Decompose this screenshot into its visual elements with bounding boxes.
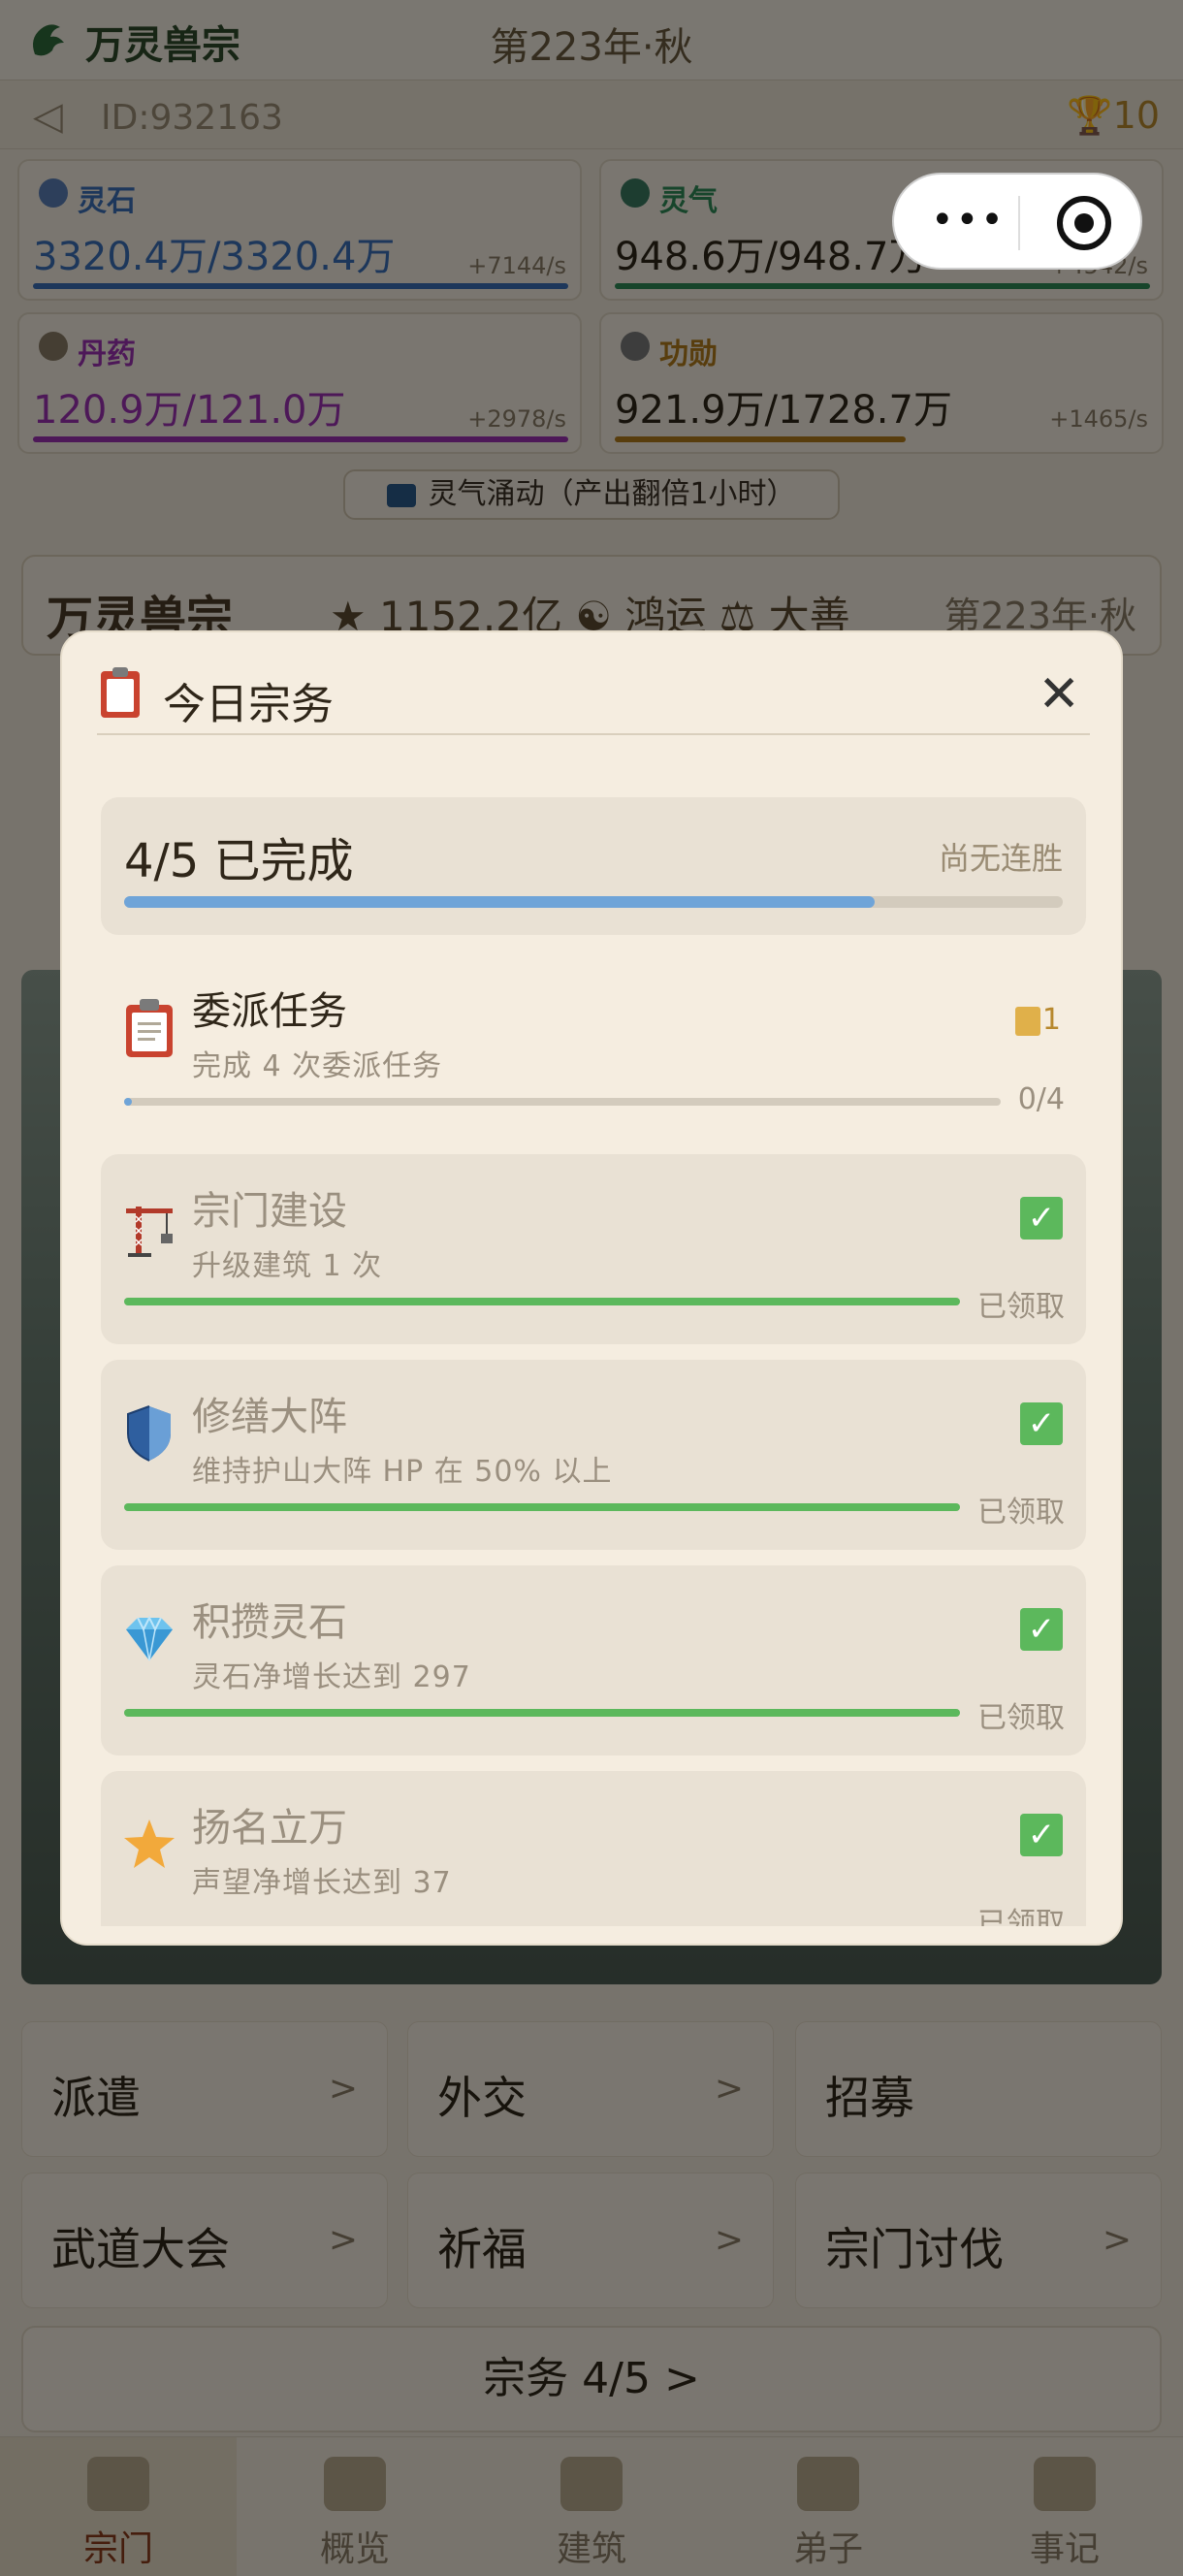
- more-menu-icon[interactable]: •••: [931, 198, 1006, 242]
- overall-progress-track: [124, 896, 1063, 908]
- capsule-divider: [1018, 196, 1020, 250]
- close-miniprogram-icon[interactable]: [1057, 196, 1111, 250]
- diamond-icon: [126, 1615, 173, 1661]
- miniprogram-capsule: •••: [892, 173, 1142, 270]
- close-icon[interactable]: ✕: [1038, 665, 1080, 724]
- task-title: 修缮大阵: [192, 1395, 347, 1439]
- checkbox-checked-icon: ✓: [1020, 1814, 1063, 1856]
- task-dispatch-missions[interactable]: 委派任务 完成 4 次委派任务 1 0/4: [101, 954, 1086, 1144]
- checkbox-checked-icon: ✓: [1020, 1608, 1063, 1651]
- task-status: 0/4: [1017, 1082, 1065, 1116]
- daily-tasks-modal: 今日宗务 ✕ 4/5 已完成 尚无连胜 委派任务 完成 4 次委派任务 1 0/…: [60, 630, 1123, 1946]
- reward-count: 1: [1041, 1003, 1061, 1037]
- checkbox-checked-icon: ✓: [1020, 1402, 1063, 1445]
- task-status: 已领取: [977, 1496, 1065, 1530]
- task-status: 已领取: [977, 1701, 1065, 1735]
- clipboard-icon: [101, 667, 140, 718]
- overall-progress-card: 4/5 已完成 尚无连胜: [101, 797, 1086, 935]
- checkbox-checked-icon: ✓: [1020, 1197, 1063, 1240]
- task-progress-fill: [124, 1503, 960, 1511]
- clipboard-icon: [126, 999, 173, 1057]
- task-description: 维持护山大阵 HP 在 50% 以上: [192, 1455, 613, 1489]
- task-title: 宗门建设: [192, 1189, 347, 1234]
- task-sect-construction[interactable]: 宗门建设 升级建筑 1 次 ✓ 已领取: [101, 1154, 1086, 1344]
- task-progress-track: [124, 1709, 960, 1717]
- task-description: 灵石净增长达到 297: [192, 1660, 471, 1694]
- task-description: 完成 4 次委派任务: [192, 1049, 443, 1083]
- task-progress-track: [124, 1298, 960, 1305]
- task-progress-fill: [124, 1298, 960, 1305]
- scroll-icon: [1014, 1006, 1040, 1036]
- task-status: 已领取: [977, 1907, 1065, 1926]
- task-status: 已领取: [977, 1290, 1065, 1324]
- task-accumulate-spirit-stones[interactable]: 积攒灵石 灵石净增长达到 297 ✓ 已领取: [101, 1565, 1086, 1755]
- task-description: 升级建筑 1 次: [192, 1249, 383, 1283]
- task-title: 扬名立万: [192, 1806, 347, 1851]
- star-icon: [124, 1819, 175, 1868]
- completed-count: 4/5 已完成: [124, 834, 354, 888]
- task-title: 积攒灵石: [192, 1600, 347, 1645]
- shield-icon: [127, 1405, 171, 1462]
- crane-icon: [126, 1207, 173, 1257]
- task-progress-track: [124, 1098, 1001, 1106]
- overall-progress-fill: [124, 896, 876, 908]
- modal-header: 今日宗务 ✕: [97, 665, 1090, 735]
- task-progress-track: [124, 1503, 960, 1511]
- task-gain-fame[interactable]: 扬名立万 声望净增长达到 37 ✓ 已领取: [101, 1771, 1086, 1926]
- task-title: 委派任务: [192, 989, 347, 1034]
- task-progress-fill: [124, 1709, 960, 1717]
- modal-title: 今日宗务: [163, 680, 334, 729]
- task-repair-formation[interactable]: 修缮大阵 维持护山大阵 HP 在 50% 以上 ✓ 已领取: [101, 1360, 1086, 1550]
- task-progress-fill: [124, 1098, 132, 1106]
- task-description: 声望净增长达到 37: [192, 1866, 452, 1900]
- task-reward: 1: [1014, 1003, 1061, 1037]
- streak-status: 尚无连胜: [938, 840, 1063, 877]
